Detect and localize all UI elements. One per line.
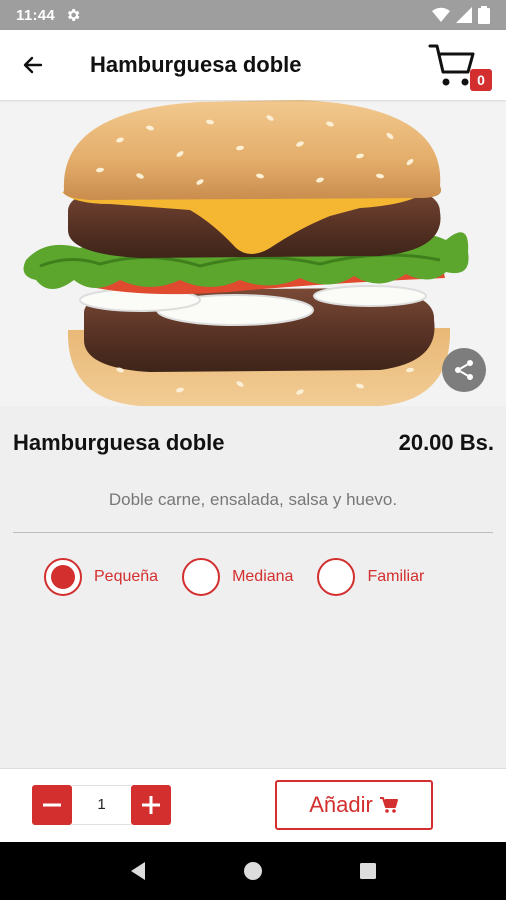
size-option-pequena[interactable]: Pequeña — [44, 558, 158, 596]
share-icon — [455, 360, 473, 380]
order-bar: 1 Añadir — [0, 768, 506, 842]
status-bar: 11:44 — [0, 0, 506, 30]
page-title: Hamburguesa doble — [90, 52, 302, 77]
share-button[interactable] — [442, 348, 486, 392]
size-option-familiar[interactable]: Familiar — [317, 558, 424, 596]
back-button[interactable] — [0, 30, 66, 100]
size-options: Pequeña Mediana Familiar — [44, 558, 448, 596]
radio-unselected[interactable] — [182, 558, 221, 596]
nav-recents-button[interactable] — [348, 851, 388, 891]
back-arrow-icon — [23, 56, 43, 74]
product-description: Doble carne, ensalada, salsa y huevo. — [108, 490, 398, 509]
signal-icon — [456, 7, 472, 23]
divider — [13, 532, 493, 533]
add-to-cart-button[interactable]: Añadir — [275, 780, 433, 830]
minus-icon — [43, 803, 61, 807]
app-bar: Hamburguesa doble 0 — [0, 30, 506, 100]
product-name: Hamburguesa doble — [13, 430, 225, 455]
size-option-mediana[interactable]: Mediana — [182, 558, 293, 596]
radio-selected[interactable] — [44, 558, 82, 596]
nav-home-button[interactable] — [233, 851, 273, 891]
nav-back-icon — [130, 862, 145, 880]
plus-icon — [142, 796, 160, 814]
cart-button[interactable]: 0 — [428, 38, 492, 94]
cart-count-badge: 0 — [470, 69, 492, 91]
gear-icon — [67, 9, 80, 21]
quantity-stepper: 1 — [32, 785, 171, 825]
decrease-button[interactable] — [32, 785, 72, 825]
radio-dot — [51, 565, 75, 589]
size-label: Mediana — [232, 568, 294, 585]
increase-button[interactable] — [131, 785, 171, 825]
radio-unselected[interactable] — [317, 558, 356, 596]
product-price: 20.00 Bs. — [398, 430, 494, 455]
product-image — [0, 100, 506, 406]
product-header: Hamburguesa doble 20.00 Bs. — [0, 406, 506, 480]
size-label: Familiar — [367, 568, 425, 585]
nav-recents-icon — [360, 863, 377, 879]
battery-icon — [478, 6, 490, 24]
nav-back-button[interactable] — [118, 851, 158, 891]
quantity-input[interactable]: 1 — [72, 785, 131, 825]
cart-icon — [379, 797, 398, 813]
add-button-label: Añadir — [309, 792, 373, 817]
system-nav-bar — [0, 842, 506, 900]
nav-home-icon — [243, 862, 262, 880]
wifi-icon — [432, 7, 450, 23]
size-label: Pequeña — [94, 568, 159, 585]
status-time: 11:44 — [16, 6, 56, 24]
hamburger-illustration — [0, 100, 506, 406]
